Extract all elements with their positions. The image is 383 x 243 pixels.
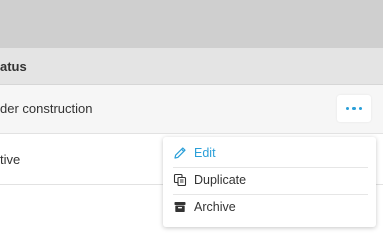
- table-row[interactable]: der construction: [0, 85, 383, 134]
- menu-item-edit[interactable]: Edit: [173, 140, 368, 166]
- menu-item-duplicate[interactable]: Duplicate: [173, 167, 368, 193]
- table-header: atus: [0, 48, 383, 85]
- menu-item-label: Edit: [194, 146, 216, 160]
- page: atus der construction tive Edit Duplicat…: [0, 0, 383, 243]
- menu-item-label: Archive: [194, 200, 236, 214]
- menu-item-archive[interactable]: Archive: [173, 194, 368, 220]
- status-cell: der construction: [0, 101, 93, 116]
- copy-icon: [173, 173, 187, 187]
- pencil-icon: [173, 146, 187, 160]
- row-actions-button[interactable]: [337, 95, 371, 122]
- menu-item-label: Duplicate: [194, 173, 247, 187]
- archive-box-icon: [173, 200, 187, 214]
- status-cell: tive: [0, 152, 21, 167]
- top-band: [0, 0, 383, 48]
- column-header-status[interactable]: atus: [0, 59, 27, 74]
- more-horizontal-icon: [345, 106, 363, 111]
- row-actions-menu: Edit Duplicate Archive: [163, 137, 376, 227]
